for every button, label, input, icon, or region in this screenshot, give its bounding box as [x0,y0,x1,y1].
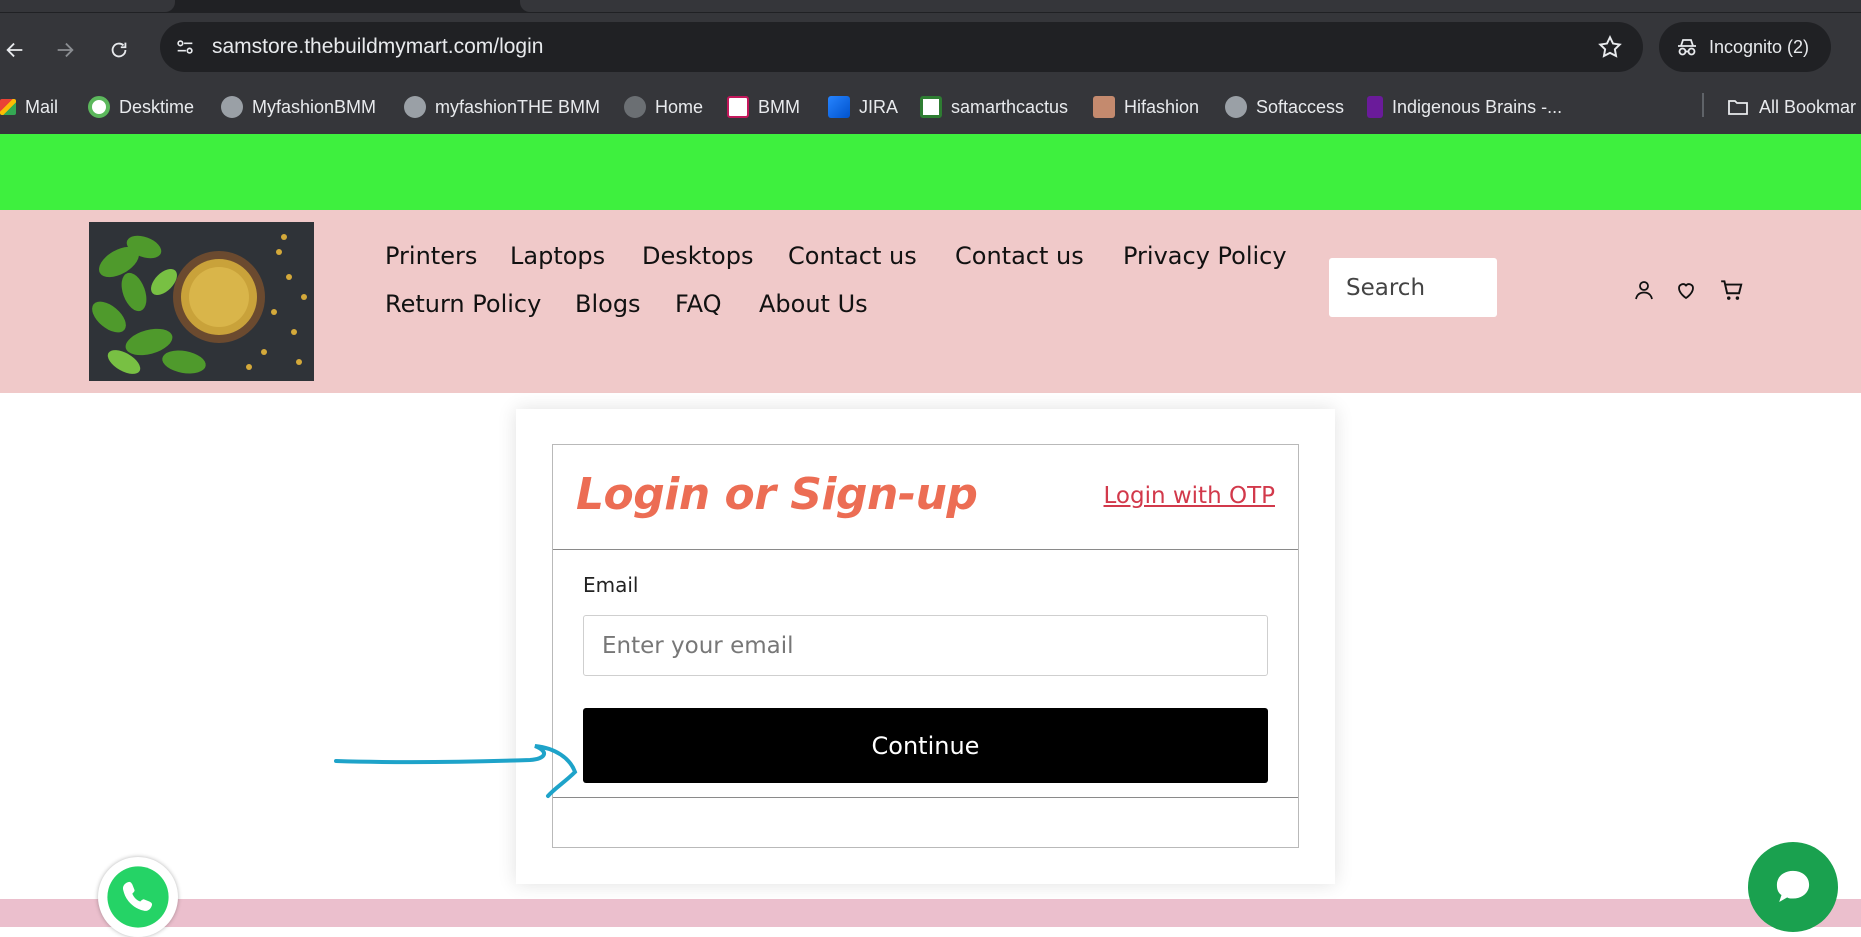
bookmark-myfashion-the-bmm[interactable]: myfashionTHE BMM [404,93,600,121]
all-bookmarks-button[interactable]: All Bookmar [1726,93,1856,121]
nav-printers[interactable]: Printers [385,242,477,270]
browser-tab[interactable] [0,0,175,12]
samarthcactus-icon [920,96,942,118]
divider [553,797,1298,798]
search-input[interactable] [1329,258,1497,317]
search-box [1329,258,1497,317]
nav-privacy-policy[interactable]: Privacy Policy [1123,242,1287,270]
bookmark-home[interactable]: Home [624,93,703,121]
chat-bubble-icon [1776,870,1810,902]
bookmarks-separator [1702,93,1704,117]
login-with-otp-link[interactable]: Login with OTP [1104,483,1276,509]
bookmark-mail[interactable]: Mail [0,93,58,121]
forward-icon[interactable] [50,35,80,65]
announcement-bar [0,134,1861,210]
bookmark-myfashionbmm[interactable]: MyfashionBMM [221,93,376,121]
footer-strip [0,899,1861,927]
bookmark-star-icon[interactable] [1597,34,1623,60]
browser-tab-strip [0,0,1861,13]
nav-blogs[interactable]: Blogs [575,290,641,318]
globe-icon [1225,96,1247,118]
cart-icon[interactable] [1718,276,1746,304]
desktime-icon [88,96,110,118]
nav-laptops[interactable]: Laptops [510,242,605,270]
divider [553,549,1298,550]
address-bar[interactable]: samstore.thebuildmymart.com/login [160,22,1643,72]
indigenous-icon [1367,96,1383,118]
nav-faq[interactable]: FAQ [675,290,722,318]
email-field-wrapper [583,615,1268,676]
chat-widget-button[interactable] [1748,842,1838,932]
site-settings-icon[interactable] [170,32,200,62]
reload-icon[interactable] [104,35,134,65]
nav-desktops[interactable]: Desktops [642,242,753,270]
globe-icon [221,96,243,118]
email-field[interactable] [584,616,1267,675]
folder-icon [1728,100,1748,115]
back-icon[interactable] [0,35,30,65]
whatsapp-icon [107,866,169,928]
account-icon[interactable] [1630,276,1658,304]
email-label: Email [583,573,639,597]
bookmark-bmm[interactable]: BMM [727,93,800,121]
bookmark-samarthcactus[interactable]: samarthcactus [920,93,1068,121]
incognito-button[interactable]: Incognito (2) [1659,22,1831,72]
annotation-arrow-icon [334,744,578,798]
bookmark-hifashion[interactable]: Hifashion [1093,93,1199,121]
store-logo[interactable] [89,222,314,381]
nav-contact-us[interactable]: Contact us [788,242,917,270]
logo-image [89,222,314,381]
bmm-icon [727,96,749,118]
login-title: Login or Sign-up [576,469,978,520]
continue-button[interactable]: Continue [583,708,1268,783]
nav-return-policy[interactable]: Return Policy [385,290,541,318]
wishlist-heart-icon[interactable] [1672,276,1700,304]
bookmark-indigenous-brains[interactable]: Indigenous Brains -... [1367,93,1562,121]
site-header: Printers Laptops Desktops Contact us Con… [0,210,1861,393]
bookmark-jira[interactable]: JIRA [828,93,898,121]
jira-icon [828,96,850,118]
hifashion-icon [1093,96,1115,118]
globe-icon [624,96,646,118]
nav-contact-us-2[interactable]: Contact us [955,242,1084,270]
login-card: Login or Sign-up Login with OTP Email Co… [516,409,1335,884]
url-text[interactable]: samstore.thebuildmymart.com/login [212,35,543,59]
bookmark-softaccess[interactable]: Softaccess [1225,93,1344,121]
whatsapp-button[interactable] [98,857,178,937]
bookmark-desktime[interactable]: Desktime [88,93,194,121]
nav-about-us[interactable]: About Us [759,290,868,318]
incognito-label: Incognito (2) [1709,36,1810,57]
browser-tab-active[interactable] [520,0,1861,12]
gmail-icon [0,99,16,115]
login-form: Login or Sign-up Login with OTP Email Co… [552,444,1299,848]
bookmarks-bar: Mail Desktime MyfashionBMM myfashionTHE … [0,80,1861,134]
incognito-icon [1678,39,1696,56]
globe-icon [404,96,426,118]
